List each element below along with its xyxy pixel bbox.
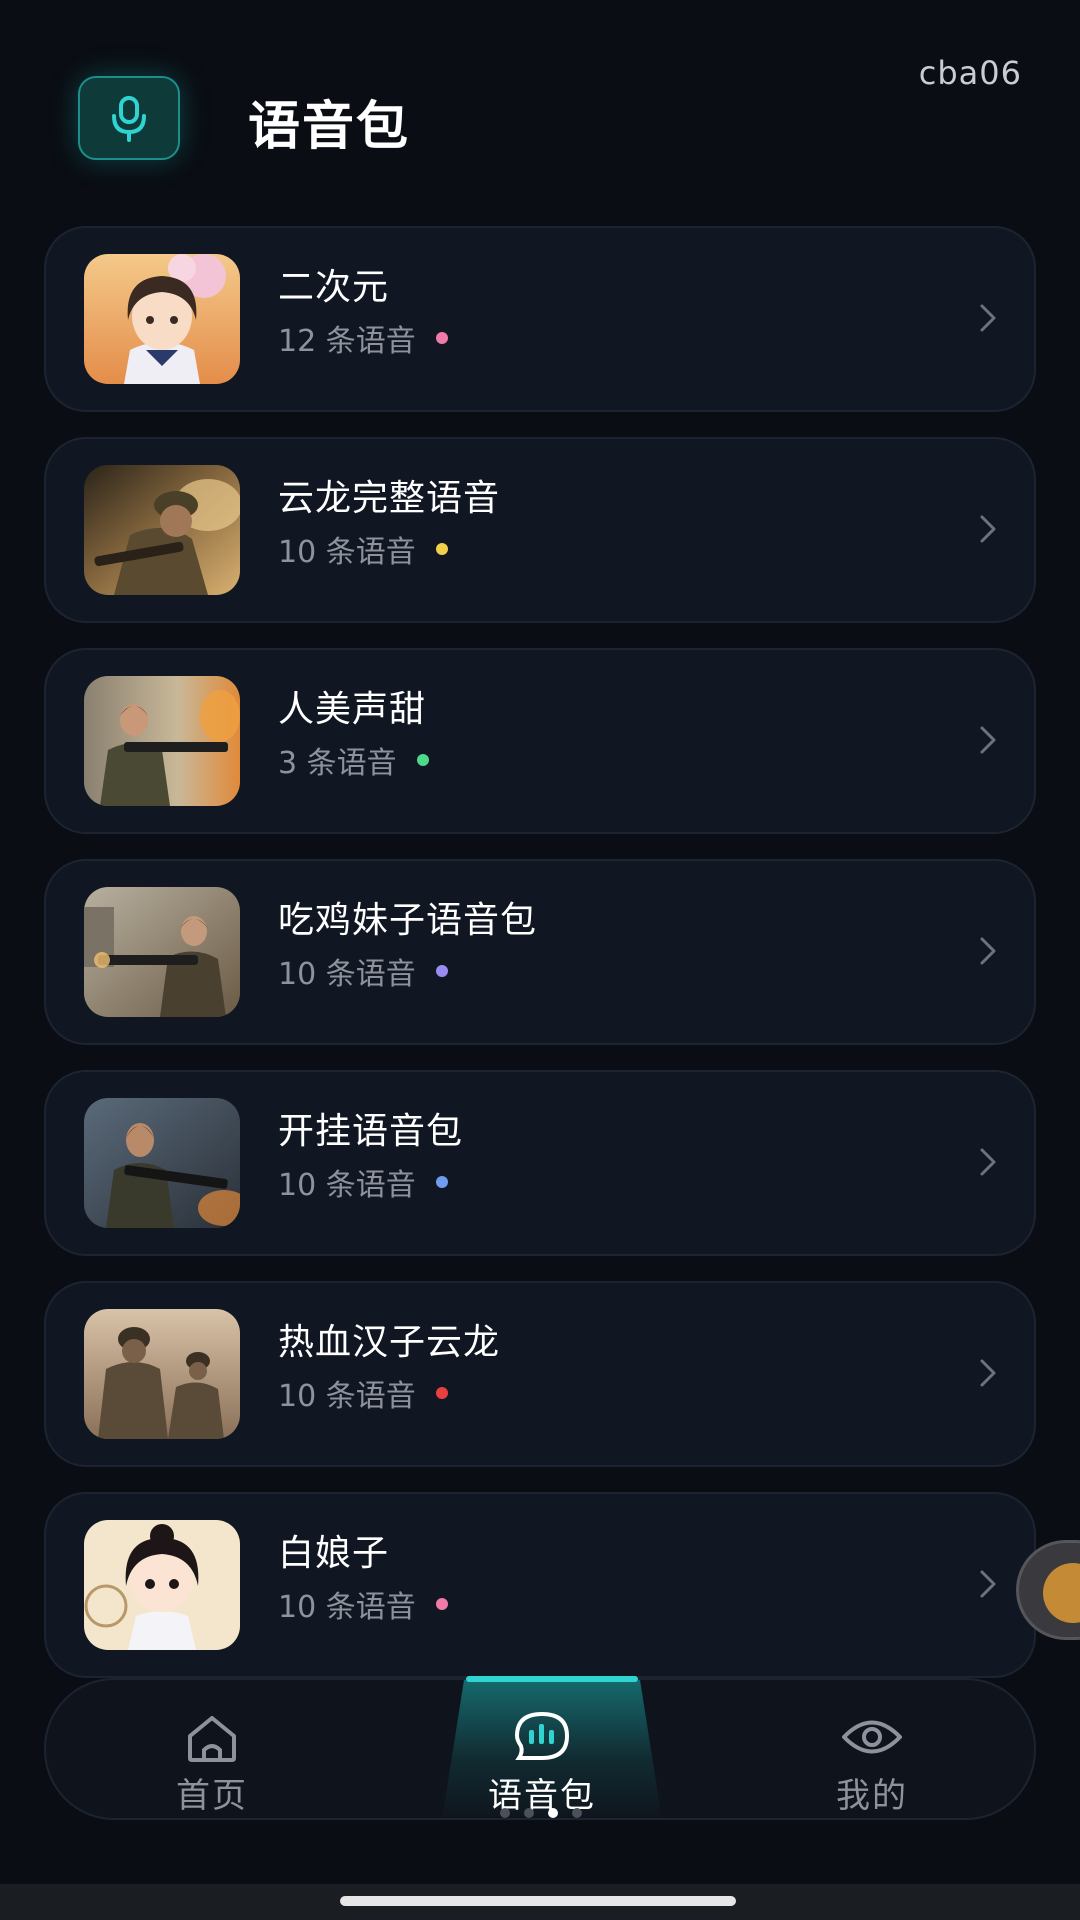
pack-count: 12 条语音 (278, 316, 448, 360)
page-indicator (500, 1808, 582, 1818)
pack-thumbnail-female-soldier-battle (84, 1098, 240, 1228)
pack-count-text: 10 条语音 (278, 535, 416, 570)
pack-title: 热血汉子云龙 (278, 1322, 501, 1363)
chevron-right-icon (980, 515, 996, 543)
pack-count-text: 3 条语音 (278, 746, 397, 781)
pack-count: 10 条语音 (278, 1371, 448, 1415)
pack-count-text: 10 条语音 (278, 1590, 416, 1625)
microphone-button[interactable] (78, 76, 180, 160)
eye-icon (842, 1720, 902, 1754)
tab-home[interactable]: 首页 (112, 1710, 312, 1820)
pack-title: 吃鸡妹子语音包 (278, 900, 538, 941)
status-dot (435, 1387, 448, 1399)
home-indicator[interactable] (340, 1896, 736, 1906)
voice-pack-list: 二次元 12 条语音 云龙完整语音 10 条语音 人美声甜 3 条语音 吃鸡妹子… (44, 226, 1036, 1703)
page-dot (572, 1808, 582, 1818)
tab-label: 首页 (176, 1776, 248, 1816)
tab-voice-pack[interactable]: 语音包 (442, 1710, 642, 1820)
pack-title: 云龙完整语音 (278, 478, 501, 519)
status-dot (435, 1598, 448, 1610)
chevron-right-icon (980, 304, 996, 332)
pack-title: 白娘子 (278, 1533, 390, 1574)
pack-count: 10 条语音 (278, 1582, 448, 1626)
pack-thumbnail-anime-girl (84, 254, 240, 384)
status-dot (416, 754, 429, 766)
microphone-icon (112, 96, 146, 142)
active-tab-indicator (466, 1676, 638, 1682)
tab-mine[interactable]: 我的 (772, 1710, 972, 1820)
pack-thumbnail-two-soldiers (84, 1309, 240, 1439)
chevron-right-icon (980, 937, 996, 965)
tab-label: 我的 (836, 1776, 908, 1816)
pack-count: 3 条语音 (278, 738, 429, 782)
pack-thumbnail-chibi-girl (84, 1520, 240, 1650)
page-dot (500, 1808, 510, 1818)
status-dot (435, 1176, 448, 1188)
chevron-right-icon (980, 1359, 996, 1387)
voice-pack-card[interactable]: 白娘子 10 条语音 (44, 1492, 1036, 1678)
page-dot (524, 1808, 534, 1818)
pack-count-text: 12 条语音 (278, 324, 416, 359)
voice-pack-icon (514, 1711, 570, 1760)
pack-thumbnail-female-soldier-ruins (84, 887, 240, 1017)
pack-thumbnail-female-soldier-aiming (84, 676, 240, 806)
user-id: cba06 (918, 54, 1022, 92)
chevron-right-icon (980, 1570, 996, 1598)
header: 语音包 cba06 (0, 0, 1080, 220)
voice-pack-card[interactable]: 热血汉子云龙 10 条语音 (44, 1281, 1036, 1467)
status-dot (435, 332, 448, 344)
pack-title: 人美声甜 (278, 689, 427, 730)
pack-count-text: 10 条语音 (278, 1379, 416, 1414)
voice-pack-card[interactable]: 吃鸡妹子语音包 10 条语音 (44, 859, 1036, 1045)
chevron-right-icon (980, 726, 996, 754)
bottom-nav: 首页 语音包 我的 (44, 1676, 1036, 1820)
pack-thumbnail-soldier (84, 465, 240, 595)
page-title: 语音包 (248, 97, 411, 157)
pack-count-text: 10 条语音 (278, 957, 416, 992)
pack-title: 二次元 (278, 267, 390, 308)
voice-pack-card[interactable]: 开挂语音包 10 条语音 (44, 1070, 1036, 1256)
voice-pack-card[interactable]: 人美声甜 3 条语音 (44, 648, 1036, 834)
page-dot-active (548, 1808, 558, 1818)
pack-count: 10 条语音 (278, 1160, 448, 1204)
home-icon (188, 1716, 236, 1762)
pack-count: 10 条语音 (278, 949, 448, 993)
chevron-right-icon (980, 1148, 996, 1176)
status-dot (435, 543, 448, 555)
pack-count-text: 10 条语音 (278, 1168, 416, 1203)
status-dot (435, 965, 448, 977)
pack-title: 开挂语音包 (278, 1111, 464, 1152)
floating-button-icon (1043, 1563, 1080, 1623)
voice-pack-card[interactable]: 二次元 12 条语音 (44, 226, 1036, 412)
pack-count: 10 条语音 (278, 527, 448, 571)
voice-pack-card[interactable]: 云龙完整语音 10 条语音 (44, 437, 1036, 623)
